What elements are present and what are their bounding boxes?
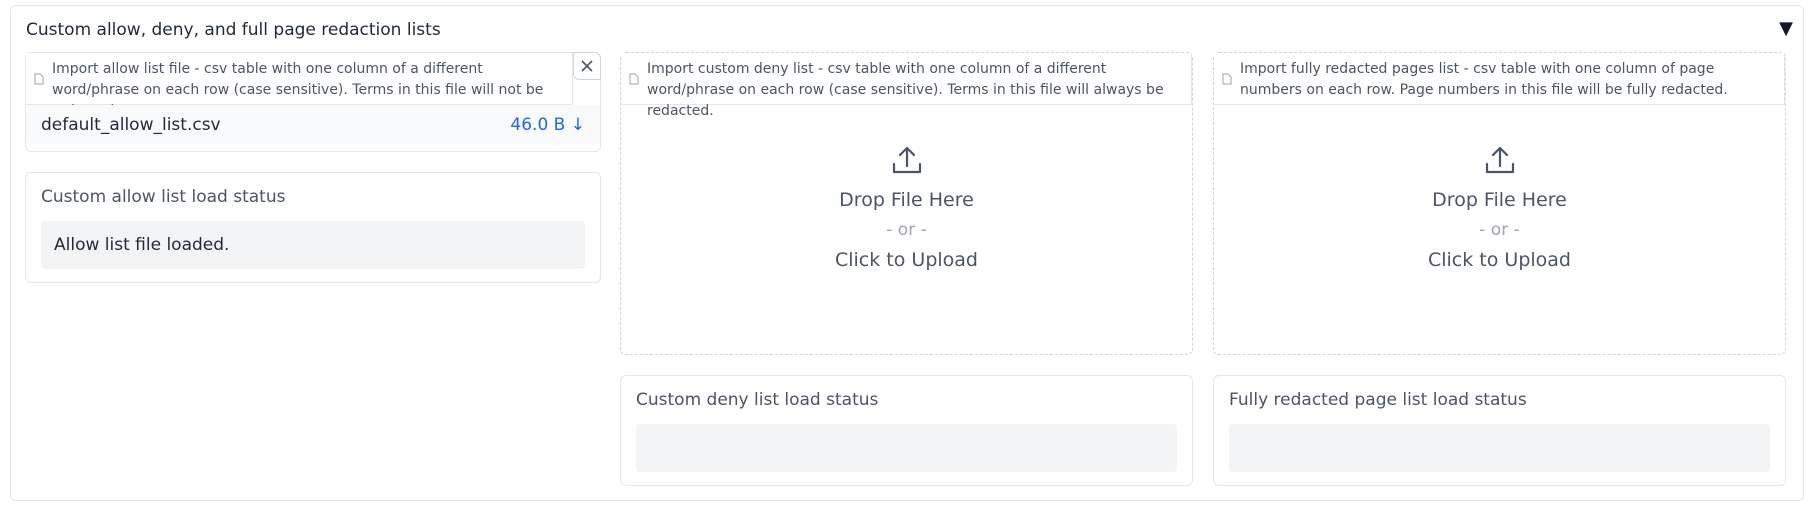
deny-list-status-label: Custom deny list load status [636,390,879,410]
triangle-down-icon[interactable]: ▼ [1779,18,1793,39]
upload-icon [1485,146,1514,174]
remove-file-button[interactable] [573,52,601,80]
uploaded-file-name: default_allow_list.csv [41,115,221,135]
file-icon [629,73,639,85]
close-icon [581,60,593,72]
allow-list-status-panel: Custom allow list load status Allow list… [25,172,601,283]
or-text: - or - [1479,220,1520,240]
file-icon [34,73,44,85]
download-file-link[interactable]: 46.0 B ↓ [510,115,585,135]
uploaded-file-row: default_allow_list.csv 46.0 B ↓ [26,105,600,145]
allow-list-file-upload[interactable]: Import allow list file - csv table with … [25,52,601,152]
redacted-pages-status-field[interactable] [1229,424,1770,472]
allow-list-status-label: Custom allow list load status [41,187,286,207]
redacted-pages-file-upload[interactable]: Import fully redacted pages list - csv t… [1213,52,1786,355]
or-text: - or - [886,220,927,240]
deny-list-label: Import custom deny list - csv table with… [621,53,1192,119]
click-to-upload-text: Click to Upload [834,249,978,271]
drop-file-text: Drop File Here [1432,189,1567,211]
file-icon [1222,73,1232,85]
redacted-pages-drop-zone[interactable]: Drop File Here - or - Click to Upload [1214,105,1785,354]
deny-list-status-field[interactable] [636,424,1177,472]
click-to-upload-text: Click to Upload [1427,249,1571,271]
deny-list-file-upload[interactable]: Import custom deny list - csv table with… [620,52,1193,355]
allow-list-status-field[interactable]: Allow list file loaded. [41,221,585,269]
redacted-pages-status-label: Fully redacted page list load status [1229,390,1527,410]
upload-icon [892,146,921,174]
drop-file-text: Drop File Here [839,189,974,211]
accordion-title[interactable]: Custom allow, deny, and full page redact… [26,20,441,40]
deny-list-status-panel: Custom deny list load status [620,375,1193,486]
redacted-pages-status-panel: Fully redacted page list load status [1213,375,1786,486]
redacted-pages-label-text: Import fully redacted pages list - csv t… [1240,61,1728,98]
redacted-pages-label: Import fully redacted pages list - csv t… [1214,53,1785,105]
allow-list-label: Import allow list file - csv table with … [26,53,573,119]
deny-list-drop-zone[interactable]: Drop File Here - or - Click to Upload [621,105,1192,354]
